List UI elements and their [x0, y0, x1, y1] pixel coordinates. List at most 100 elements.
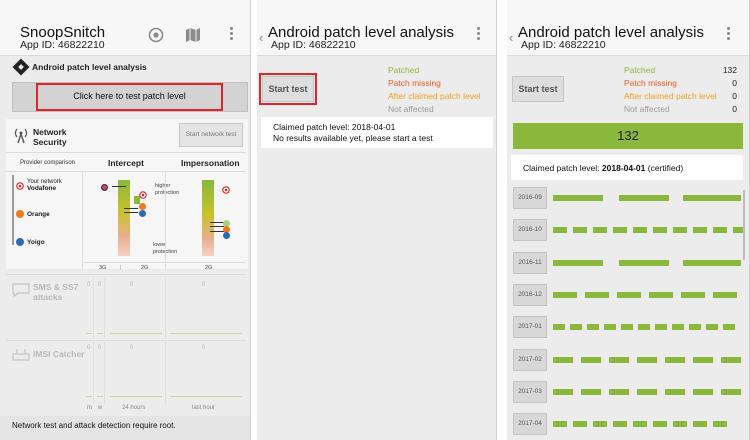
month-chip[interactable]: 2016-12: [513, 283, 547, 306]
axis-24h-label: 24 hours: [122, 405, 146, 411]
divider: [6, 171, 246, 172]
claimed-suffix: (certified): [645, 163, 684, 173]
count-after-claimed: 0: [732, 91, 737, 101]
patch-segment: [553, 291, 577, 298]
patch-analysis-results-screen: ‹ Android patch level analysis App ID: 4…: [507, 0, 750, 440]
patch-segment: [633, 421, 647, 428]
patch-segment: [683, 195, 741, 201]
provider-marker: [101, 184, 108, 191]
provider-name: Yoigo: [27, 239, 45, 246]
legend-patched: Patched: [624, 65, 656, 75]
patch-segment: [672, 324, 684, 331]
claimed-patch-level: Claimed patch level: 2018-04-01 (certifi…: [523, 163, 683, 173]
scrollbar-thumb[interactable]: [743, 190, 745, 260]
baseline: [170, 396, 242, 397]
patch-segment: [553, 421, 567, 428]
month-chip[interactable]: 2016-09: [513, 187, 547, 209]
patch-segment: [581, 356, 601, 363]
patch-segment: [723, 324, 735, 331]
patch-segment: [693, 388, 713, 395]
sms-icon: [12, 283, 30, 297]
marker-line: [210, 222, 224, 223]
provider-your-network[interactable]: Your network Vodafone: [27, 179, 62, 192]
divider: [104, 342, 105, 404]
target-icon[interactable]: [148, 27, 164, 43]
overflow-menu-icon[interactable]: [725, 27, 731, 43]
patch-segment: [713, 227, 727, 234]
axis-week-label: w: [98, 405, 103, 411]
patch-segment: [604, 324, 616, 331]
month-chip[interactable]: 2017-04: [513, 413, 547, 436]
patch-segment: [721, 388, 741, 395]
test-patch-level-label: Click here to test patch level: [73, 91, 186, 101]
count-patched: 132: [722, 65, 737, 75]
divider: [165, 278, 166, 338]
network-security-label: Network Security: [33, 127, 67, 147]
provider-name: Orange: [27, 211, 50, 218]
patch-segment: [693, 421, 707, 428]
patch-segment: [638, 324, 650, 331]
claimed-patch-level: Claimed patch level: 2018-04-01: [273, 122, 396, 132]
overflow-menu-icon[interactable]: [228, 27, 234, 43]
patch-segment: [665, 388, 685, 395]
patch-segment: [706, 324, 718, 331]
overflow-menu-icon[interactable]: [475, 27, 481, 43]
provider-comparison-label: Provider comparison: [20, 160, 76, 166]
month-chip[interactable]: 2017-01: [513, 316, 547, 339]
patch-segment: [673, 421, 687, 428]
sms-count-24h: 0: [130, 282, 134, 288]
month-chip[interactable]: 2016-11: [513, 251, 547, 274]
provider-name: Vodafone: [27, 185, 57, 192]
patch-segment: [573, 421, 587, 428]
month-chip[interactable]: 2017-03: [513, 380, 547, 403]
patch-segment: [621, 324, 633, 331]
patch-segment: [609, 356, 629, 363]
sms-count-w: 0: [98, 282, 102, 288]
baseline: [170, 333, 242, 334]
patch-segment: [553, 195, 603, 201]
imsi-count-w: 0: [98, 345, 102, 351]
patch-segment: [637, 388, 657, 395]
marker-line: [112, 186, 126, 187]
patch-segment: [573, 227, 587, 234]
intercept-3g-bar: [118, 180, 130, 256]
month-chip[interactable]: 2016-10: [513, 219, 547, 242]
patch-puzzle-icon: [12, 58, 30, 76]
legend-patched: Patched: [388, 65, 420, 75]
baseline: [97, 333, 103, 334]
baseline: [110, 396, 162, 397]
claimed-value: 2018-04-01: [601, 163, 646, 173]
patch-segment: [713, 291, 737, 298]
patch-segment: [637, 356, 657, 363]
axis-month-label: m: [87, 405, 92, 411]
start-network-test-button[interactable]: Start network test: [179, 123, 243, 147]
app-id: App ID: 46822210: [271, 39, 356, 51]
patch-segment: [553, 259, 603, 266]
baseline: [86, 396, 92, 397]
divider: [93, 342, 94, 404]
marker-line: [124, 208, 138, 209]
baseline: [86, 333, 92, 334]
legend-not-affected: Not affected: [388, 104, 434, 114]
patch-segment: [673, 227, 687, 234]
vodafone-marker-icon: [222, 186, 230, 194]
map-icon[interactable]: [185, 27, 201, 43]
back-chevron-icon[interactable]: ‹: [259, 30, 263, 45]
imsi-catcher-label: IMSI Catcher: [33, 349, 85, 359]
root-required-notice: Network test and attack detection requir…: [12, 421, 176, 430]
orange-dot-icon: [16, 210, 24, 218]
no-results-message: No results available yet, please start a…: [273, 133, 433, 143]
highlight-frame: [259, 73, 317, 105]
provider-orange[interactable]: Orange: [27, 211, 50, 218]
patch-segment: [570, 324, 582, 331]
back-chevron-icon[interactable]: ‹: [509, 30, 513, 45]
intercept-header: Intercept: [108, 158, 144, 168]
imsi-count-hour: 0: [202, 345, 206, 351]
yoigo-dot-icon: [16, 238, 24, 246]
vodafone-dot-icon: [16, 182, 24, 190]
provider-yoigo[interactable]: Yoigo: [27, 239, 45, 246]
start-test-button[interactable]: Start test: [512, 76, 564, 102]
patch-segment: [553, 324, 565, 331]
month-chip[interactable]: 2017-02: [513, 348, 547, 371]
divider: [82, 171, 83, 271]
